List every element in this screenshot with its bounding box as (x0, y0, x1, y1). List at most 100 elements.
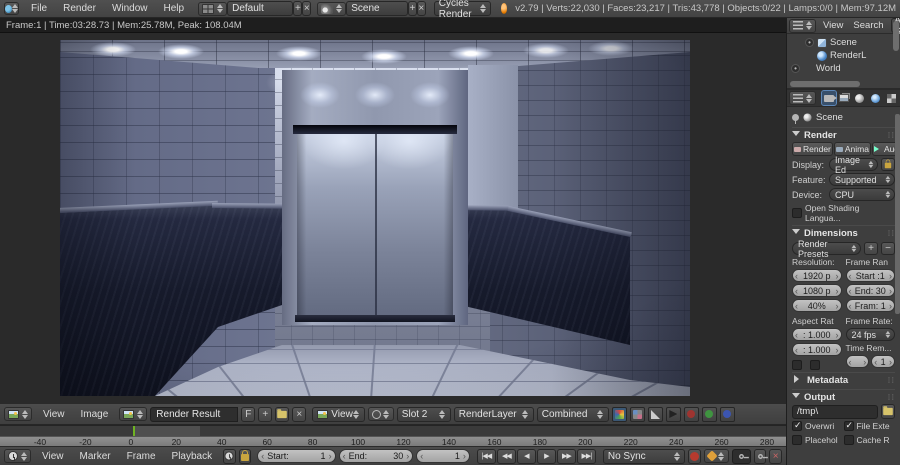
channel-blue-button[interactable] (719, 406, 735, 422)
frame-end-field[interactable]: End:30 (338, 449, 414, 463)
browse-output-button[interactable] (881, 404, 895, 419)
lock-frame-button[interactable] (238, 448, 252, 464)
border-checkbox[interactable] (792, 360, 802, 370)
outliner-vertical-scrollbar[interactable] (893, 21, 899, 51)
unlink-image-button[interactable]: × (292, 406, 307, 422)
menu-item[interactable]: Search (848, 20, 888, 31)
tab-world[interactable] (869, 91, 883, 105)
add-preset-button[interactable]: + (864, 242, 878, 255)
resolution-y-field[interactable]: 1080 p (792, 284, 842, 297)
render-layer-select[interactable]: RenderLayer (453, 406, 534, 422)
channel-alpha-button[interactable] (665, 406, 681, 422)
timeline-canvas[interactable] (0, 425, 786, 436)
aspect-y-field[interactable]: : 1.000 (792, 343, 842, 356)
editor-type-button-properties[interactable] (789, 91, 816, 105)
delete-keyframe-button[interactable]: × (769, 448, 783, 464)
checkbox[interactable] (792, 420, 802, 431)
panel-header-output[interactable]: Output ⁞⁞ (792, 389, 895, 404)
time-remap-new-field[interactable]: 1 (871, 355, 895, 368)
panel-grip-icon[interactable]: ⁞⁞ (888, 229, 895, 238)
render-engine-select[interactable]: Cycles Render (433, 0, 491, 20)
close-layout-button[interactable]: × (302, 1, 312, 16)
timeline-current-frame-cursor[interactable] (133, 426, 135, 436)
tab-render-layers[interactable] (838, 91, 852, 105)
editor-type-button-outliner[interactable] (789, 18, 816, 33)
scene-select[interactable]: Scene (346, 1, 408, 16)
frame-start-field[interactable]: Start :1 (845, 269, 895, 282)
expander-icon[interactable]: • (805, 38, 814, 47)
close-scene-button[interactable]: × (416, 1, 426, 16)
menu-item[interactable]: Marker (72, 451, 119, 462)
render-button[interactable]: Render (792, 142, 833, 156)
checkbox[interactable] (843, 420, 854, 431)
display-select[interactable]: Image Ed (829, 155, 878, 175)
osl-checkbox[interactable] (792, 208, 802, 218)
keying-set-menu-button[interactable] (703, 449, 729, 463)
panel-header-metadata[interactable]: Metadata ⁞⁞ (792, 372, 895, 387)
time-remap-old-field[interactable] (845, 355, 870, 368)
tab-texture[interactable] (884, 91, 898, 105)
insert-keyframe-button[interactable] (753, 448, 768, 464)
play-button[interactable]: ▶ (536, 448, 556, 464)
current-frame-field[interactable]: 1 (416, 449, 470, 463)
menu-item[interactable]: View (818, 20, 848, 31)
menu-item[interactable]: View (34, 451, 72, 462)
outliner-item[interactable]: • Scene (791, 36, 900, 49)
render-pass-select[interactable]: Combined (536, 406, 609, 422)
menu-item[interactable]: View (35, 409, 73, 420)
channel-rgba-button[interactable] (611, 406, 627, 422)
prev-keyframe-button[interactable]: ◀◀ (496, 448, 516, 464)
scene-icon-button[interactable] (317, 1, 347, 16)
new-image-button[interactable]: + (258, 406, 273, 422)
channel-luminance-button[interactable] (647, 406, 663, 422)
pivot-button[interactable] (367, 407, 394, 421)
menu-item[interactable]: File (23, 3, 55, 14)
menu-item[interactable]: Render (55, 3, 104, 14)
crop-checkbox[interactable] (810, 360, 820, 370)
device-select[interactable]: CPU (829, 188, 895, 201)
next-keyframe-button[interactable]: ▶▶ (556, 448, 576, 464)
channel-red-button[interactable] (683, 406, 699, 422)
remove-preset-button[interactable]: − (881, 242, 895, 255)
display-lock-button[interactable] (881, 158, 895, 171)
tab-scene[interactable] (853, 91, 867, 105)
frame-start-field[interactable]: Start:1 (257, 449, 336, 463)
jump-to-end-button[interactable]: ▶▶| (576, 448, 596, 464)
playback-range-button[interactable] (223, 448, 236, 464)
outliner-item[interactable]: • World (791, 62, 900, 75)
channel-rgb-dither-button[interactable] (629, 406, 645, 422)
image-name-field[interactable]: Render Result (150, 406, 239, 422)
menu-item[interactable]: Playback (164, 451, 221, 462)
menu-item[interactable]: Window (104, 3, 156, 14)
checkbox[interactable] (792, 435, 802, 445)
add-scene-button[interactable]: + (407, 1, 417, 16)
panel-header-render[interactable]: Render ⁞⁞ (792, 127, 895, 142)
slot-select[interactable]: Slot 2 (396, 406, 451, 422)
expander-icon[interactable]: • (791, 64, 800, 73)
panel-grip-icon[interactable]: ⁞⁞ (888, 376, 895, 385)
outliner-horizontal-scrollbar[interactable] (790, 81, 860, 87)
image-datablock-icon-button[interactable] (119, 407, 148, 421)
tab-render[interactable] (821, 90, 837, 106)
outliner-item[interactable]: • RenderL (791, 49, 900, 62)
menu-item[interactable]: Help (156, 3, 193, 14)
render-presets-select[interactable]: Render Presets (792, 239, 861, 259)
panel-grip-icon[interactable]: ⁞⁞ (888, 393, 895, 402)
image-editor-canvas[interactable] (0, 33, 786, 403)
channel-green-button[interactable] (701, 406, 717, 422)
auto-keyframe-button[interactable] (688, 448, 701, 464)
resolution-percent-slider[interactable]: 40% (792, 299, 842, 312)
screen-layout-select[interactable]: Default (227, 1, 294, 16)
resolution-x-field[interactable]: 1920 p (792, 269, 842, 282)
checkbox[interactable] (843, 435, 854, 445)
active-keying-set-field[interactable] (731, 448, 751, 464)
frame-step-field[interactable]: Fram: 1 (845, 299, 895, 312)
feature-set-select[interactable]: Supported (829, 173, 895, 186)
panel-grip-icon[interactable]: ⁞⁞ (888, 131, 895, 140)
timeline-ruler[interactable]: -40 -20 0 20 40 60 80 100 120 140 160 180 200 220 240 2… (0, 436, 786, 447)
layout-icon-button[interactable] (198, 1, 228, 16)
jump-to-start-button[interactable]: |◀◀ (476, 448, 496, 464)
view-mode-select[interactable]: View (312, 406, 365, 422)
pin-icon[interactable] (792, 114, 799, 124)
sync-mode-select[interactable]: No Sync (602, 448, 686, 464)
